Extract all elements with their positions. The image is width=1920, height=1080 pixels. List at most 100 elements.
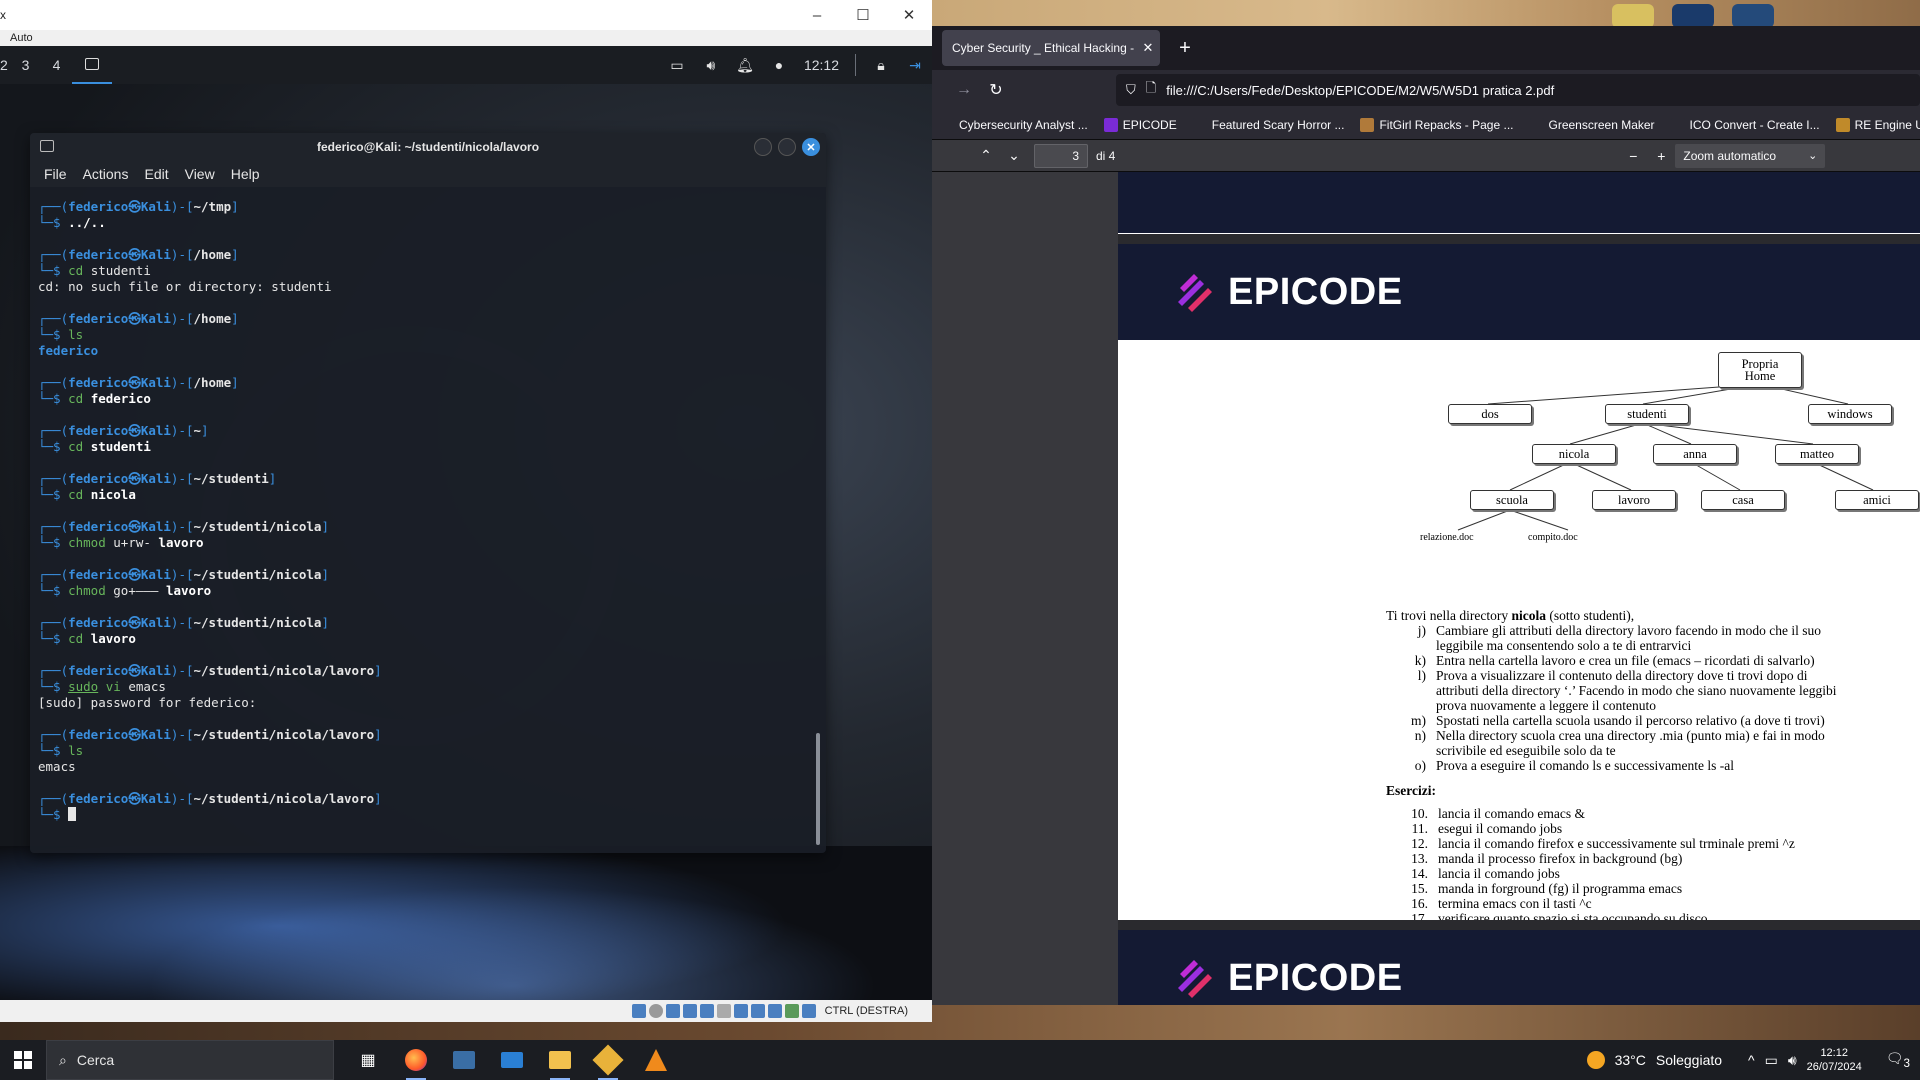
forward-button[interactable]: → bbox=[948, 74, 980, 106]
command-argument: u+rw- bbox=[105, 535, 151, 550]
audio-icon[interactable] bbox=[665, 1004, 680, 1018]
menu-file[interactable]: File bbox=[44, 166, 67, 182]
prev-page-button[interactable]: ⌃ bbox=[972, 142, 1000, 170]
desktop-box-icon[interactable] bbox=[1732, 4, 1774, 28]
kali-clock[interactable]: 12:12 bbox=[804, 57, 839, 73]
terminal-close-button[interactable]: ✕ bbox=[802, 138, 820, 156]
menu-auto[interactable]: Auto bbox=[10, 32, 33, 44]
notification-icon[interactable]: 🗨︎3 bbox=[1886, 1050, 1910, 1070]
taskbar-firefox[interactable] bbox=[392, 1040, 440, 1080]
bell-icon[interactable]: 🔔︎ bbox=[736, 56, 754, 74]
bookmark-item[interactable]: ICO Convert - Create I... bbox=[1663, 117, 1828, 132]
storage-icon[interactable] bbox=[631, 1004, 646, 1018]
url-bar[interactable]: ⛉ 🗋︎ file:///C:/Users/Fede/Desktop/EPICO… bbox=[1116, 74, 1920, 106]
bookmark-favicon-icon bbox=[1103, 117, 1118, 132]
vm-mouse-icon[interactable] bbox=[784, 1004, 799, 1018]
kali-desktop: 2 3 4 ▭ 🔊︎ 🔔︎ ● 12:12 🔒︎ ⇥ federico@Kali… bbox=[0, 46, 932, 1000]
instruction-text: Spostati nella cartella scuola usando il… bbox=[1436, 713, 1825, 728]
menu-help[interactable]: Help bbox=[231, 166, 260, 182]
pdf-pages[interactable]: EPICODE Propria Home dos studenti window… bbox=[1118, 172, 1920, 1005]
taskbar-clock[interactable]: 12:12 26/07/2024 bbox=[1807, 1046, 1862, 1074]
taskbar-virtualbox[interactable] bbox=[584, 1040, 632, 1080]
taskbar-file-explorer[interactable] bbox=[536, 1040, 584, 1080]
tab-pdf[interactable]: Cyber Security _ Ethical Hacking - N ✕ bbox=[942, 30, 1160, 66]
tab-strip: Cyber Security _ Ethical Hacking - N ✕ + bbox=[932, 26, 1920, 70]
menu-actions[interactable]: Actions bbox=[83, 166, 129, 182]
display-icon[interactable] bbox=[733, 1004, 748, 1018]
screen-icon[interactable]: ▭ bbox=[668, 56, 686, 74]
bookmark-item[interactable]: RE Engine Ultimate M... bbox=[1828, 117, 1920, 132]
zoom-in-button[interactable]: + bbox=[1647, 142, 1675, 170]
bookmark-item[interactable]: Featured Scary Horror ... bbox=[1185, 117, 1353, 132]
host-key-icon[interactable] bbox=[801, 1004, 816, 1018]
exercise-text: esegui il comando jobs bbox=[1438, 821, 1563, 836]
prompt-line: ┌──(federico㉿Kali)-[~/tmp] bbox=[38, 199, 808, 215]
terminal-task-button[interactable] bbox=[72, 46, 112, 84]
volume-icon[interactable]: 🔊︎ bbox=[702, 56, 720, 74]
prompt-frame: ] bbox=[374, 727, 382, 742]
network-icon[interactable] bbox=[682, 1004, 697, 1018]
weather-desc[interactable]: Soleggiato bbox=[1656, 1052, 1722, 1068]
taskbar-search[interactable]: ⌕ Cerca bbox=[46, 1040, 334, 1080]
shared-folder-icon[interactable] bbox=[716, 1004, 731, 1018]
prompt-frame: ┌──( bbox=[38, 727, 69, 742]
menu-edit[interactable]: Edit bbox=[144, 166, 168, 182]
pdf-viewer[interactable]: EPICODE Propria Home dos studenti window… bbox=[932, 172, 1920, 1005]
tree-file-compito: compito.doc bbox=[1528, 532, 1578, 543]
exercise-item: 12. lancia il comando firefox e successiv… bbox=[1386, 836, 1920, 851]
maximize-button[interactable]: ☐ bbox=[840, 0, 886, 30]
exercise-item: 17. verificare quanto spazio si sta occup… bbox=[1386, 911, 1920, 920]
new-tab-button[interactable]: + bbox=[1170, 33, 1200, 63]
bookmark-item[interactable]: EPICODE bbox=[1096, 117, 1185, 132]
workspace-4[interactable]: 4 bbox=[41, 57, 72, 73]
weather-temp[interactable]: 33°C bbox=[1615, 1052, 1646, 1068]
prompt-frame: ┌──( bbox=[38, 311, 69, 326]
taskbar-app-blue[interactable] bbox=[440, 1040, 488, 1080]
workspace-2[interactable]: 2 bbox=[0, 57, 10, 73]
minimize-button[interactable]: – bbox=[794, 0, 840, 30]
menu-view[interactable]: View bbox=[185, 166, 215, 182]
workspace-3[interactable]: 3 bbox=[10, 57, 41, 73]
desktop-mail-icon[interactable] bbox=[1612, 4, 1654, 28]
zoom-out-button[interactable]: − bbox=[1619, 142, 1647, 170]
optical-drive-icon[interactable] bbox=[648, 1004, 663, 1018]
terminal-minimize-button[interactable] bbox=[754, 138, 772, 156]
page-number-input[interactable]: 3 bbox=[1034, 143, 1088, 168]
terminal-scrollbar[interactable] bbox=[816, 733, 820, 845]
bookmark-item[interactable]: Greenscreen Maker bbox=[1522, 117, 1663, 132]
recording-icon[interactable] bbox=[750, 1004, 765, 1018]
shield-icon[interactable]: ⛉ bbox=[1126, 82, 1136, 98]
terminal-output[interactable]: ┌──(federico㉿Kali)-[~/tmp] └─$ ../.. ┌──(… bbox=[38, 199, 808, 849]
taskbar-mail[interactable] bbox=[488, 1040, 536, 1080]
weather-icon[interactable] bbox=[1586, 1051, 1605, 1069]
prompt-frame: ┌──( bbox=[38, 791, 69, 806]
zoom-select[interactable]: Zoom automatico ⌄ bbox=[1675, 143, 1826, 168]
start-button[interactable] bbox=[0, 1040, 46, 1080]
bookmark-item[interactable]: Cybersecurity Analyst ... bbox=[932, 117, 1096, 132]
usb-icon[interactable] bbox=[699, 1004, 714, 1018]
next-page-button[interactable]: ⌄ bbox=[1000, 142, 1028, 170]
logout-icon[interactable]: ⇥ bbox=[906, 56, 924, 74]
vlc-icon bbox=[645, 1049, 667, 1071]
prompt-frame: ] bbox=[321, 615, 329, 630]
volume-icon[interactable]: 🔊︎ bbox=[1788, 1052, 1797, 1069]
prompt-user-host: federico㉿Kali bbox=[68, 663, 171, 678]
terminal-window[interactable]: federico@Kali: ~/studenti/nicola/lavoro … bbox=[30, 133, 826, 853]
reload-button[interactable]: ↻ bbox=[980, 74, 1012, 106]
exercise-item: 15. manda in forground (fg) il programma … bbox=[1386, 881, 1920, 896]
command-name: cd bbox=[68, 391, 84, 406]
close-button[interactable]: ✕ bbox=[886, 0, 932, 30]
terminal-titlebar[interactable]: federico@Kali: ~/studenti/nicola/lavoro … bbox=[30, 133, 826, 161]
taskbar-vlc[interactable] bbox=[632, 1040, 680, 1080]
desktop-app-icon[interactable] bbox=[1672, 4, 1714, 28]
terminal-maximize-button[interactable] bbox=[778, 138, 796, 156]
tab-close-icon[interactable]: ✕ bbox=[1136, 40, 1160, 56]
network-icon[interactable]: ▭ bbox=[1765, 1052, 1778, 1069]
power-status-icon[interactable]: ● bbox=[770, 56, 788, 74]
bookmark-item[interactable]: FitGirl Repacks - Page ... bbox=[1352, 117, 1521, 132]
lock-icon[interactable]: 🔒︎ bbox=[872, 56, 890, 74]
task-view-button[interactable]: ▦ bbox=[344, 1040, 392, 1080]
chevron-up-icon[interactable]: ^ bbox=[1748, 1052, 1755, 1068]
cpu-icon[interactable] bbox=[767, 1004, 782, 1018]
prompt-user-host: federico㉿Kali bbox=[68, 519, 171, 534]
